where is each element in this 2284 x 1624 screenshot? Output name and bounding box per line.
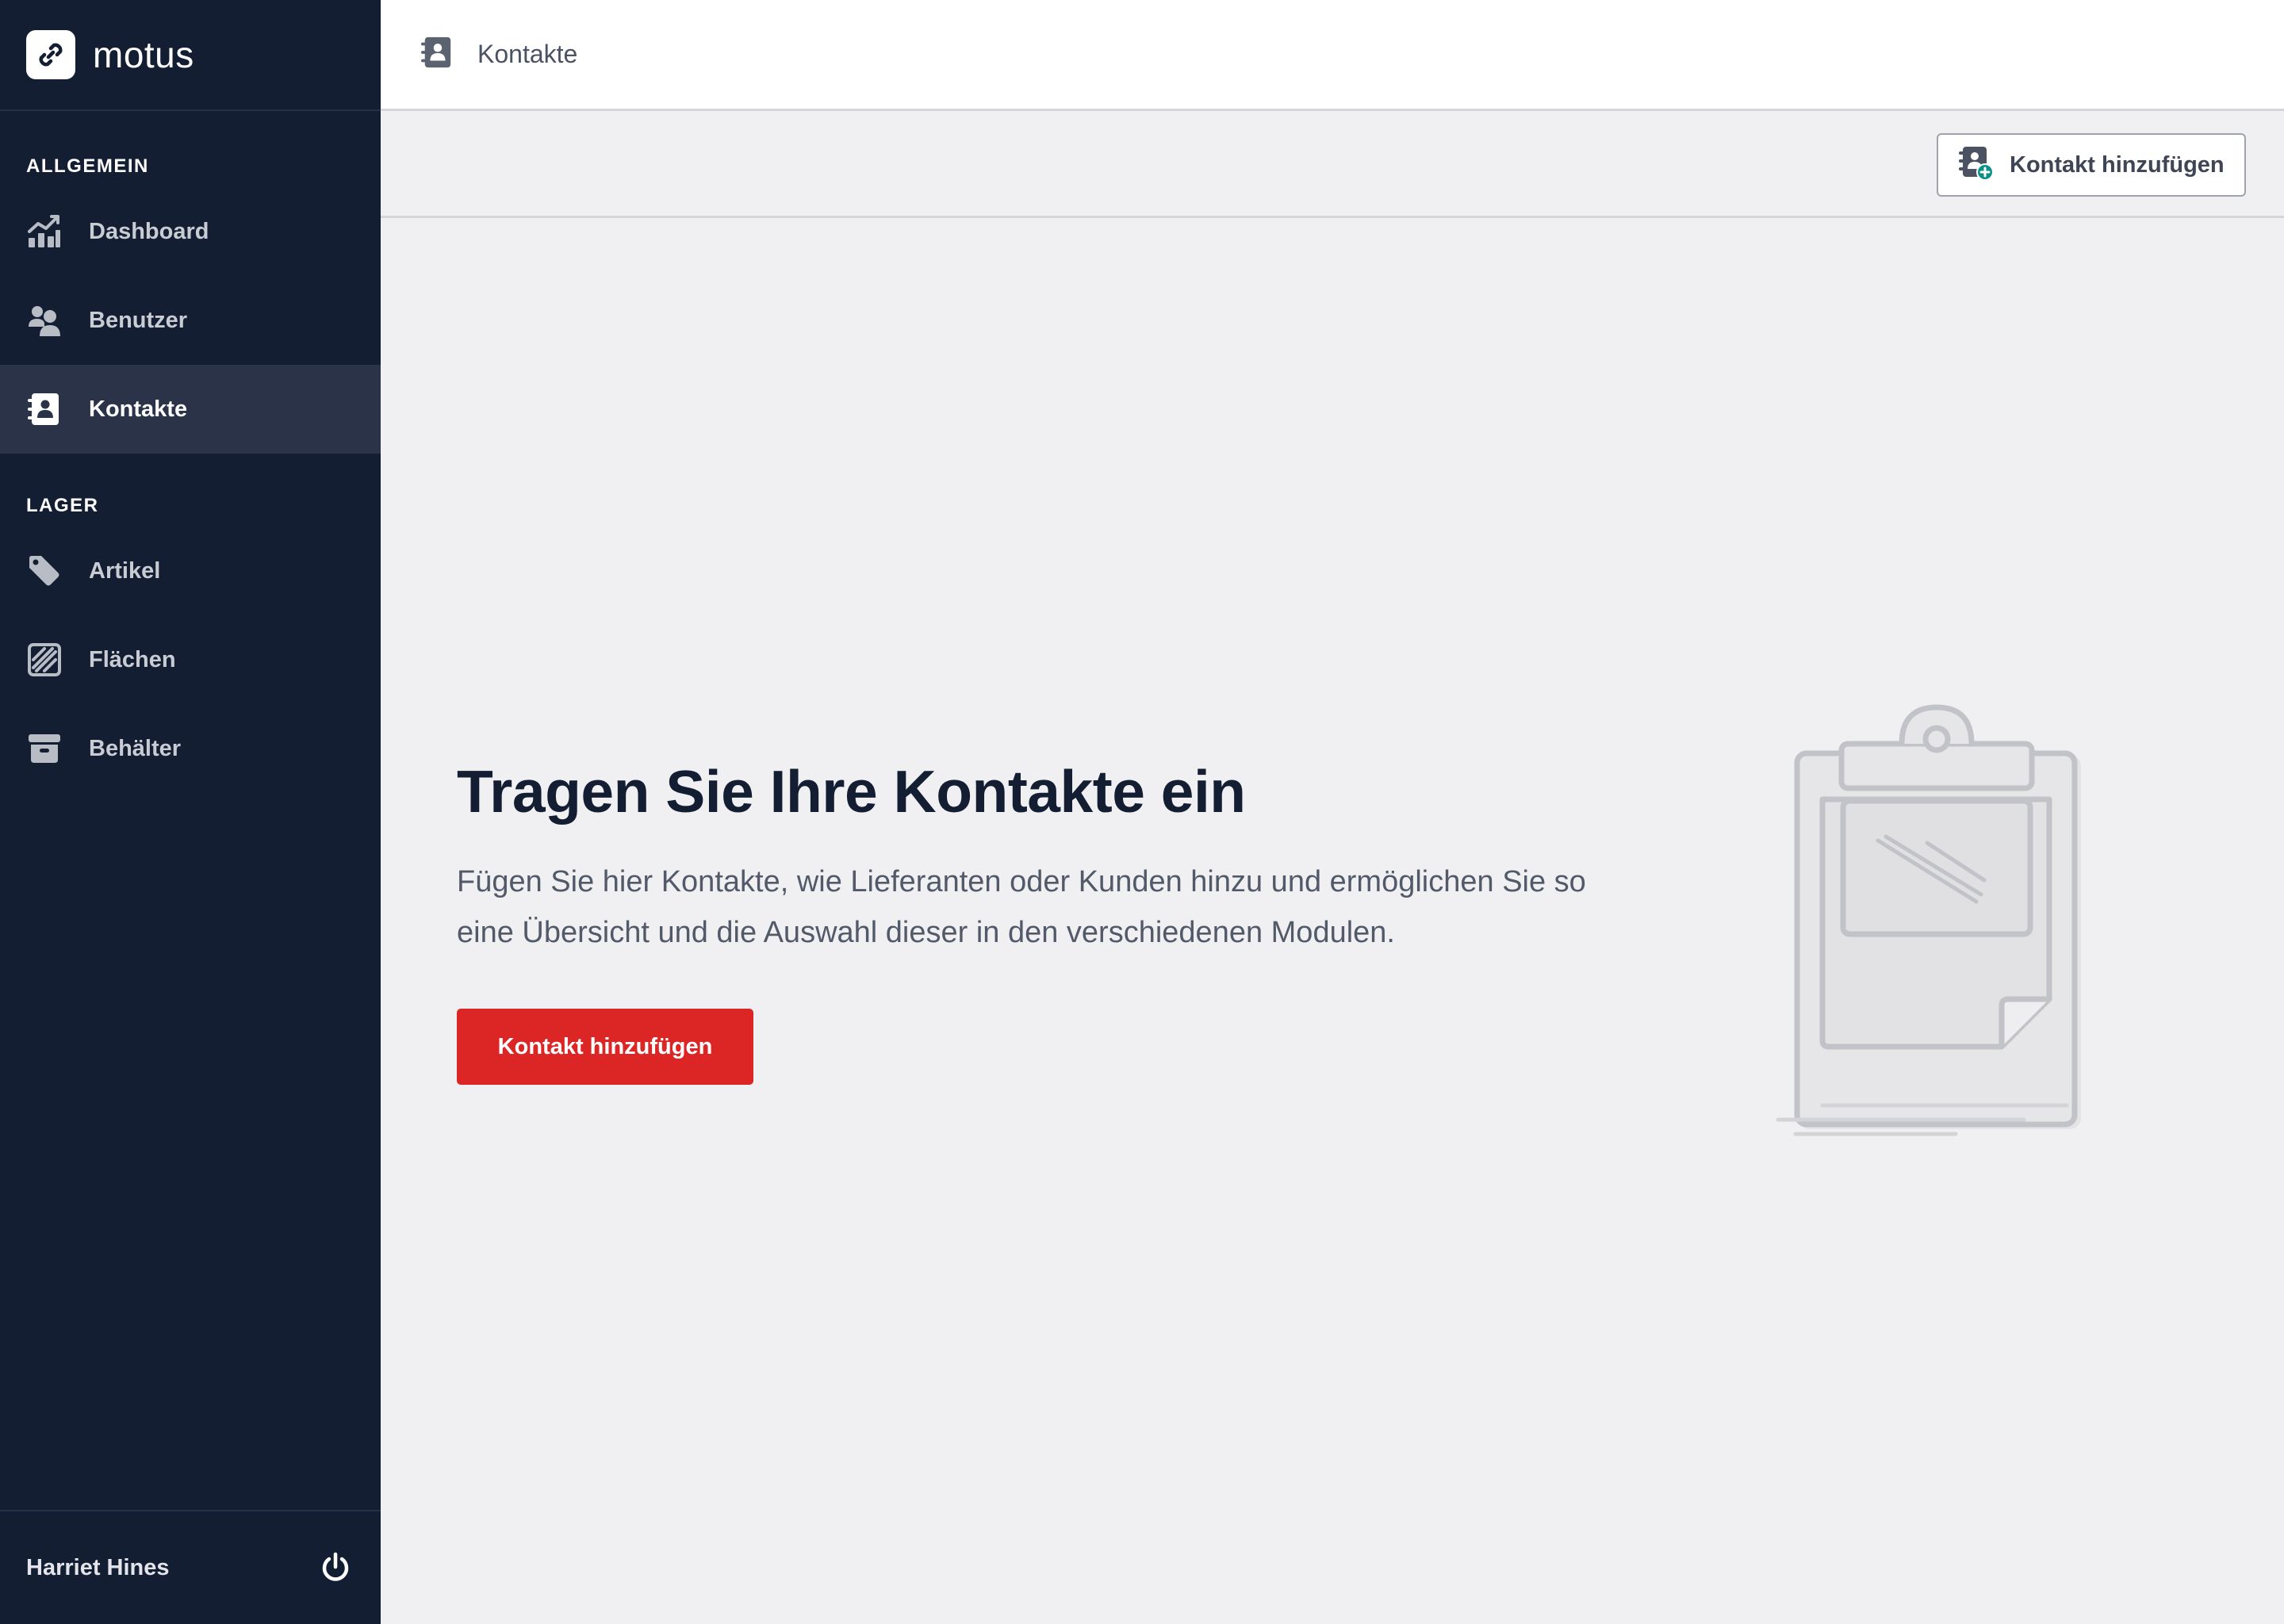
users-icon — [26, 302, 63, 339]
add-contact-icon — [1957, 144, 1995, 186]
user-name[interactable]: Harriet Hines — [26, 1555, 170, 1581]
section-heading-lager: LAGER — [26, 495, 99, 516]
add-contact-button-label: Kontakt hinzufügen — [2010, 151, 2225, 178]
sidebar-item-dashboard[interactable]: Dashboard — [0, 187, 381, 276]
toolbar: Kontakt hinzufügen — [381, 111, 2284, 218]
sidebar-item-artikel[interactable]: Artikel — [0, 527, 381, 615]
page-header: Kontakte — [381, 0, 2284, 111]
empty-state-title: Tragen Sie Ihre Kontakte ein — [457, 758, 1246, 825]
add-contact-button[interactable]: Kontakt hinzufügen — [1937, 133, 2246, 197]
tags-icon — [26, 553, 63, 589]
power-icon[interactable] — [317, 1549, 354, 1586]
empty-state-text: Fügen Sie hier Kontakte, wie Lieferanten… — [457, 865, 1586, 949]
sidebar-item-label: Flächen — [89, 646, 176, 672]
brand[interactable]: motus — [0, 0, 381, 111]
motus-logo-icon — [26, 30, 75, 79]
add-contact-primary-button-label: Kontakt hinzufügen — [497, 1033, 713, 1059]
hatched-square-icon — [26, 642, 63, 678]
sidebar-item-benutzer[interactable]: Benutzer — [0, 276, 381, 365]
sidebar-item-label: Artikel — [89, 557, 161, 584]
sidebar-item-label: Dashboard — [89, 218, 209, 244]
clipboard-illustration — [1769, 698, 2102, 1146]
brand-name: motus — [93, 34, 194, 75]
sidebar-item-behaelter[interactable]: Behälter — [0, 704, 381, 793]
chart-icon — [26, 213, 63, 250]
sidebar-item-label: Behälter — [89, 735, 182, 761]
sidebar: motus ALLGEMEIN Dashboard Benutzer Konta… — [0, 0, 381, 1624]
sidebar-footer: Harriet Hines — [0, 1510, 381, 1624]
address-book-icon — [420, 36, 454, 73]
sidebar-item-label: Benutzer — [89, 307, 188, 333]
sidebar-item-label: Kontakte — [89, 396, 188, 422]
page-title: Kontakte — [477, 40, 578, 68]
address-book-icon — [26, 391, 63, 427]
box-icon — [26, 730, 63, 767]
section-heading-allgemein: ALLGEMEIN — [26, 155, 149, 177]
sidebar-item-flaechen[interactable]: Flächen — [0, 615, 381, 704]
sidebar-item-kontakte[interactable]: Kontakte — [0, 365, 381, 454]
add-contact-primary-button[interactable]: Kontakt hinzufügen — [457, 1009, 753, 1085]
